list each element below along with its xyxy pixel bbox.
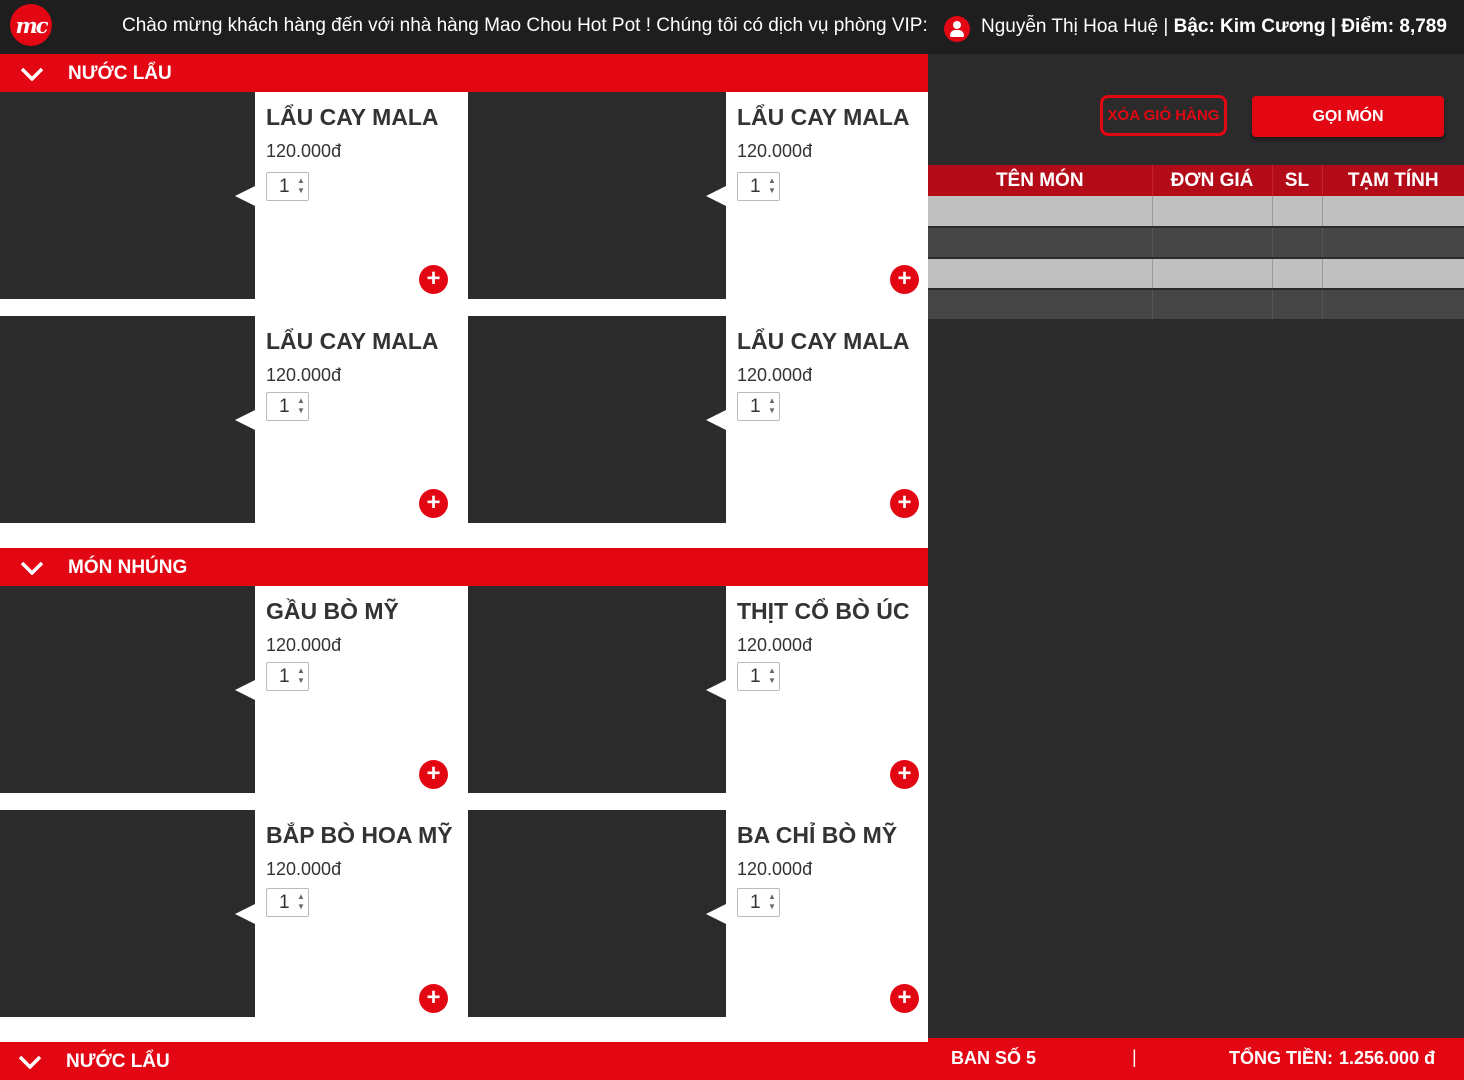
cart-panel: XÓA GIỎ HÀNG GỌI MÓN TÊN MÓN ĐƠN GIÁ SL …: [928, 54, 1464, 1038]
category-header-dipping[interactable]: MÓN NHÚNG: [0, 548, 928, 586]
menu-item-card: THỊT CỔ BÒ ÚC 120.000đ 1 ▲ ▼ +: [468, 586, 928, 793]
dish-image: [468, 586, 726, 793]
add-to-cart-button[interactable]: +: [890, 265, 919, 294]
dish-name: GẦU BÒ MỸ: [266, 598, 399, 624]
category-title: NƯỚC LẨU: [66, 1051, 170, 1072]
chevron-down-icon[interactable]: [20, 561, 44, 575]
dish-image: [0, 92, 255, 299]
dish-price: 120.000đ: [266, 635, 342, 655]
dish-image: [468, 316, 726, 523]
menu-item-card: BẮP BÒ HOA MỸ 120.000đ 1 ▲ ▼ +: [0, 810, 460, 1017]
add-to-cart-button[interactable]: +: [890, 984, 919, 1013]
category-header-hotpot-broth-2[interactable]: NƯỚC LẨU: [0, 1042, 928, 1080]
category-title: NƯỚC LẨU: [68, 63, 172, 84]
dish-name: LẨU CAY MALA: [266, 328, 439, 354]
dish-name: BA CHỈ BÒ MỸ: [737, 822, 898, 848]
quantity-stepper[interactable]: 1 ▲ ▼: [737, 172, 780, 201]
table-row[interactable]: [928, 258, 1464, 290]
tier-label: Bậc: Kim Cương: [1173, 16, 1326, 37]
welcome-marquee: Chào mừng khách hàng đến với nhà hàng Ma…: [122, 15, 928, 36]
spinner-arrows-icon[interactable]: ▲ ▼: [768, 666, 776, 686]
add-to-cart-button[interactable]: +: [419, 984, 448, 1013]
points-label: Điểm: 8,789: [1341, 16, 1447, 37]
spinner-arrows-icon[interactable]: ▲ ▼: [297, 666, 305, 686]
dish-name: LẨU CAY MALA: [737, 328, 910, 354]
add-to-cart-button[interactable]: +: [419, 265, 448, 294]
menu-panel: NƯỚC LẨU LẨU CAY MALA 120.000đ 1 ▲ ▼ + LẨU…: [0, 54, 928, 1080]
column-header-quantity: SL: [1272, 165, 1323, 196]
menu-item-card: LẨU CAY MALA 120.000đ 1 ▲ ▼ +: [468, 92, 928, 299]
dish-price: 120.000đ: [737, 859, 813, 879]
order-footer: BAN SỐ 5 | TỔNG TIỀN: 1.256.000 đ: [928, 1038, 1464, 1080]
logo[interactable]: mc: [10, 4, 52, 46]
menu-item-card: LẨU CAY MALA 120.000đ 1 ▲ ▼ +: [468, 316, 928, 523]
dish-image: [0, 586, 255, 793]
menu-item-card: LẨU CAY MALA 120.000đ 1 ▲ ▼ +: [0, 92, 460, 299]
category-header-hotpot-broth[interactable]: NƯỚC LẨU: [0, 54, 928, 92]
dish-image: [468, 92, 726, 299]
dish-price: 120.000đ: [266, 141, 342, 161]
spinner-arrows-icon[interactable]: ▲ ▼: [768, 396, 776, 416]
dish-price: 120.000đ: [266, 365, 342, 385]
dish-price: 120.000đ: [737, 635, 813, 655]
dish-image: [0, 316, 255, 523]
dish-name: THỊT CỔ BÒ ÚC: [737, 598, 910, 624]
spinner-arrows-icon[interactable]: ▲ ▼: [297, 892, 305, 912]
cart-table: TÊN MÓN ĐƠN GIÁ SL TẠM TÍNH: [928, 165, 1464, 321]
table-row[interactable]: [928, 227, 1464, 259]
quantity-stepper[interactable]: 1 ▲ ▼: [737, 392, 780, 421]
divider: |: [1132, 1047, 1137, 1067]
dish-image: [468, 810, 726, 1017]
column-header-dish-name: TÊN MÓN: [928, 165, 1153, 196]
menu-item-card: GẦU BÒ MỸ 120.000đ 1 ▲ ▼ +: [0, 586, 460, 793]
menu-item-card: LẨU CAY MALA 120.000đ 1 ▲ ▼ +: [0, 316, 460, 523]
spinner-arrows-icon[interactable]: ▲ ▼: [768, 892, 776, 912]
spinner-arrows-icon[interactable]: ▲ ▼: [768, 176, 776, 196]
column-header-unit-price: ĐƠN GIÁ: [1152, 165, 1273, 196]
top-bar: mc Chào mừng khách hàng đến với nhà hàng…: [0, 0, 1464, 54]
add-to-cart-button[interactable]: +: [890, 489, 919, 518]
dish-name: LẨU CAY MALA: [266, 104, 439, 130]
quantity-stepper[interactable]: 1 ▲ ▼: [737, 888, 780, 917]
chevron-down-icon[interactable]: [20, 67, 44, 81]
user-name: Nguyễn Thị Hoa Huệ: [981, 16, 1159, 37]
quantity-stepper[interactable]: 1 ▲ ▼: [266, 172, 309, 201]
table-row[interactable]: [928, 196, 1464, 228]
quantity-stepper[interactable]: 1 ▲ ▼: [737, 662, 780, 691]
clear-cart-button[interactable]: XÓA GIỎ HÀNG: [1100, 95, 1227, 136]
quantity-stepper[interactable]: 1 ▲ ▼: [266, 888, 309, 917]
dish-image: [0, 810, 255, 1017]
table-row[interactable]: [928, 289, 1464, 321]
order-button[interactable]: GỌI MÓN: [1252, 96, 1444, 137]
dish-price: 120.000đ: [737, 365, 813, 385]
add-to-cart-button[interactable]: +: [890, 760, 919, 789]
column-header-subtotal: TẠM TÍNH: [1322, 165, 1464, 196]
menu-item-card: BA CHỈ BÒ MỸ 120.000đ 1 ▲ ▼ +: [468, 810, 928, 1017]
user-info: Nguyễn Thị Hoa Huệ | Bậc: Kim Cương | Đi…: [981, 16, 1447, 37]
dish-price: 120.000đ: [737, 141, 813, 161]
cart-table-header: TÊN MÓN ĐƠN GIÁ SL TẠM TÍNH: [928, 165, 1464, 196]
table-number: BAN SỐ 5: [951, 1048, 1037, 1068]
dish-price: 120.000đ: [266, 859, 342, 879]
chevron-down-icon[interactable]: [18, 1055, 42, 1069]
dish-name: LẨU CAY MALA: [737, 104, 910, 130]
add-to-cart-button[interactable]: +: [419, 489, 448, 518]
dish-name: BẮP BÒ HOA MỸ: [266, 822, 453, 848]
quantity-stepper[interactable]: 1 ▲ ▼: [266, 662, 309, 691]
total-value: 1.256.000 đ: [1339, 1048, 1436, 1068]
total-label: TỔNG TIỀN:: [1229, 1048, 1333, 1068]
spinner-arrows-icon[interactable]: ▲ ▼: [297, 396, 305, 416]
spinner-arrows-icon[interactable]: ▲ ▼: [297, 176, 305, 196]
quantity-stepper[interactable]: 1 ▲ ▼: [266, 392, 309, 421]
add-to-cart-button[interactable]: +: [419, 760, 448, 789]
user-icon[interactable]: [944, 16, 970, 42]
category-title: MÓN NHÚNG: [68, 557, 188, 578]
